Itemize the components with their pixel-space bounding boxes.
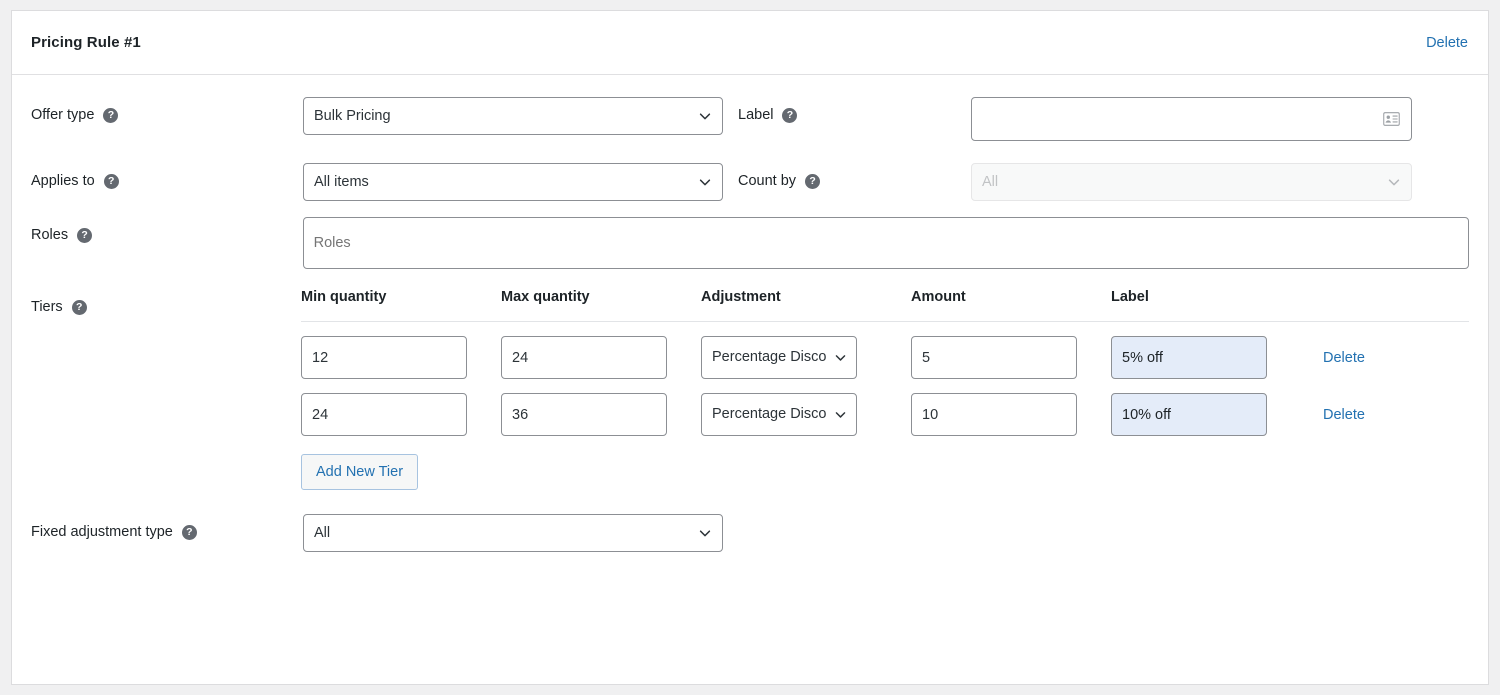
fixed-adjustment-type-label: Fixed adjustment type xyxy=(31,525,173,540)
help-icon[interactable]: ? xyxy=(805,174,820,189)
row-offer-type: Offer type ? Bulk Pricing Label ? xyxy=(31,75,1469,141)
column-header-min-quantity: Min quantity xyxy=(301,289,501,322)
adjustment-select[interactable]: Percentage Disco xyxy=(701,393,857,436)
tiers-area: Min quantity Max quantity Adjustment Amo… xyxy=(301,289,1469,490)
min-quantity-input[interactable] xyxy=(301,336,467,379)
tiers-table-head: Min quantity Max quantity Adjustment Amo… xyxy=(301,289,1469,322)
max-quantity-input[interactable] xyxy=(501,336,667,379)
page-title: Pricing Rule #1 xyxy=(31,34,141,51)
column-header-max-quantity: Max quantity xyxy=(501,289,701,322)
offer-type-label-group: Offer type ? xyxy=(31,97,303,123)
table-row: Percentage Disco xyxy=(301,379,1469,436)
cell-tier-label xyxy=(1111,379,1311,436)
adjustment-select[interactable]: Percentage Disco xyxy=(701,336,857,379)
count-by-label: Count by xyxy=(738,174,796,189)
label-input[interactable] xyxy=(971,97,1412,141)
roles-input[interactable] xyxy=(303,217,1469,269)
cell-actions: Delete xyxy=(1311,379,1469,436)
label-field-label: Label xyxy=(738,108,773,123)
add-new-tier-button[interactable]: Add New Tier xyxy=(301,454,418,490)
count-by-label-group: Count by ? xyxy=(723,163,971,189)
tiers-table: Min quantity Max quantity Adjustment Amo… xyxy=(301,289,1469,436)
max-quantity-input[interactable] xyxy=(501,393,667,436)
count-by-select: All xyxy=(971,163,1412,201)
cell-adjustment: Percentage Disco xyxy=(701,379,911,436)
offer-type-select-wrap: Bulk Pricing xyxy=(303,97,723,135)
row-tiers: Tiers ? Min quantity Max quantity Adjust… xyxy=(31,269,1469,490)
offer-type-select[interactable]: Bulk Pricing xyxy=(303,97,723,135)
cell-tier-label xyxy=(1111,322,1311,380)
tiers-header-row: Min quantity Max quantity Adjustment Amo… xyxy=(301,289,1469,322)
tiers-label-group: Tiers ? xyxy=(31,289,301,315)
tiers-label: Tiers xyxy=(31,300,63,315)
label-field-label-group: Label ? xyxy=(723,97,971,123)
tier-label-input[interactable] xyxy=(1111,336,1267,379)
count-by-select-wrap: All xyxy=(971,163,1412,201)
help-icon[interactable]: ? xyxy=(77,228,92,243)
delete-rule-link[interactable]: Delete xyxy=(1426,35,1468,51)
delete-tier-link[interactable]: Delete xyxy=(1311,407,1365,423)
help-icon[interactable]: ? xyxy=(72,300,87,315)
cell-max-quantity xyxy=(501,379,701,436)
cell-adjustment: Percentage Disco xyxy=(701,322,911,380)
label-input-wrap xyxy=(971,97,1412,141)
cell-min-quantity xyxy=(301,379,501,436)
adjustment-select-wrap: Percentage Disco xyxy=(701,336,857,379)
applies-to-select-wrap: All items xyxy=(303,163,723,201)
card-header: Pricing Rule #1 Delete xyxy=(12,11,1488,75)
card-body: Offer type ? Bulk Pricing Label ? xyxy=(12,75,1488,552)
tiers-table-body: Percentage Disco xyxy=(301,322,1469,437)
fixed-adjustment-type-label-group: Fixed adjustment type ? xyxy=(31,514,303,540)
amount-input[interactable] xyxy=(911,336,1077,379)
help-icon[interactable]: ? xyxy=(103,108,118,123)
tier-label-input[interactable] xyxy=(1111,393,1267,436)
help-icon[interactable]: ? xyxy=(104,174,119,189)
column-header-adjustment: Adjustment xyxy=(701,289,911,322)
row-applies-to: Applies to ? All items Count by ? All xyxy=(31,141,1469,201)
applies-to-label: Applies to xyxy=(31,174,95,189)
pricing-rule-card: Pricing Rule #1 Delete Offer type ? Bulk… xyxy=(11,10,1489,685)
cell-amount xyxy=(911,322,1111,380)
fixed-adjustment-type-select-wrap: All xyxy=(303,514,723,552)
table-row: Percentage Disco xyxy=(301,322,1469,380)
row-roles: Roles ? xyxy=(31,201,1469,269)
delete-tier-link[interactable]: Delete xyxy=(1311,350,1365,366)
offer-type-label: Offer type xyxy=(31,108,94,123)
fixed-adjustment-type-select[interactable]: All xyxy=(303,514,723,552)
applies-to-label-group: Applies to ? xyxy=(31,163,303,189)
roles-label: Roles xyxy=(31,228,68,243)
amount-input[interactable] xyxy=(911,393,1077,436)
cell-amount xyxy=(911,379,1111,436)
min-quantity-input[interactable] xyxy=(301,393,467,436)
help-icon[interactable]: ? xyxy=(782,108,797,123)
row-fixed-adjustment-type: Fixed adjustment type ? All xyxy=(31,490,1469,552)
cell-actions: Delete xyxy=(1311,322,1469,380)
cell-max-quantity xyxy=(501,322,701,380)
column-header-actions xyxy=(1311,289,1469,322)
cell-min-quantity xyxy=(301,322,501,380)
column-header-amount: Amount xyxy=(911,289,1111,322)
adjustment-select-wrap: Percentage Disco xyxy=(701,393,857,436)
applies-to-select[interactable]: All items xyxy=(303,163,723,201)
roles-label-group: Roles ? xyxy=(31,217,303,243)
column-header-label: Label xyxy=(1111,289,1311,322)
help-icon[interactable]: ? xyxy=(182,525,197,540)
